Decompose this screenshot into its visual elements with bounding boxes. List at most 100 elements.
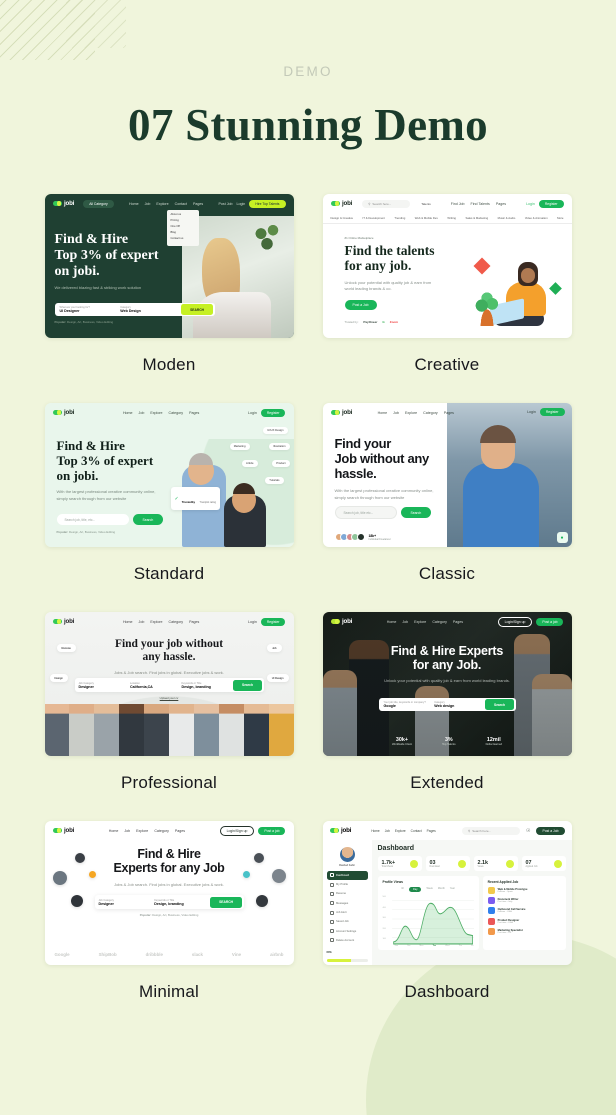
nav-item[interactable]: Category (169, 411, 184, 415)
nav-item[interactable]: Pages (444, 411, 454, 415)
nav-item[interactable]: Category (432, 620, 447, 624)
nav-item[interactable]: Find Talents (471, 202, 490, 206)
stat-card[interactable]: 07 Applied Job (521, 856, 566, 871)
demo-card-classic[interactable]: jobi Home Job Explore Category Pages Log… (322, 403, 572, 612)
nav-item[interactable]: Home (378, 411, 388, 415)
search-button[interactable]: Search (485, 699, 514, 710)
nav-item[interactable]: Home (371, 829, 380, 833)
chart-tab[interactable]: 1h (401, 887, 404, 892)
demo-card-dashboard[interactable]: jobi Home Job Explore Contact Pages ⚲ Se… (322, 821, 572, 1030)
stat-card[interactable]: 2.1k Views (473, 856, 518, 871)
skill-tag[interactable]: Tutorials (265, 477, 284, 484)
register-button[interactable]: Register (538, 199, 564, 208)
nav-item[interactable]: Explore (156, 202, 168, 206)
search-keyword-field[interactable]: Keywords or Title Design, branding (182, 682, 231, 689)
post-job-button[interactable]: Post a job (258, 826, 286, 835)
skill-tag[interactable]: Marketing (229, 443, 250, 450)
register-button[interactable]: Register (260, 617, 286, 626)
demo-thumbnail-creative[interactable]: jobi ⚲ Search here... Talents Find Job F… (322, 194, 572, 338)
demo-card-extended[interactable]: jobi Home Job Explore Category Pages Log… (322, 612, 572, 821)
nav-item[interactable]: Job (385, 829, 390, 833)
login-link[interactable]: Login (526, 202, 535, 206)
sidebar-item-my-profile[interactable]: My Profile (327, 880, 368, 889)
register-button[interactable]: Register (539, 408, 565, 416)
float-tag[interactable]: UI Design (266, 674, 289, 682)
search-category-field[interactable]: Job Category Designer (79, 682, 128, 689)
nav-item[interactable]: Contact (175, 202, 187, 206)
sidebar-item-resume[interactable]: Resume (327, 890, 368, 899)
nav-item[interactable]: Home (109, 829, 119, 833)
subnav-item[interactable]: IT & Development (363, 216, 385, 220)
dropdown-item[interactable]: About us (171, 213, 195, 216)
job-list-item[interactable]: Document Writer Part time - Italy (487, 897, 561, 905)
subnav-item[interactable]: Music & Audio (498, 216, 516, 220)
demo-thumbnail-standard[interactable]: jobi Home Job Explore Category Pages Log… (44, 403, 294, 547)
hero-search-bar[interactable]: Your job title, keywords or company? Goo… (378, 698, 516, 711)
subnav-item[interactable]: Design & Creative (331, 216, 354, 220)
stat-card[interactable]: 1.7k+ Total Views (377, 856, 422, 871)
nav-item[interactable]: Contact (411, 829, 422, 833)
demo-card-creative[interactable]: jobi ⚲ Search here... Talents Find Job F… (322, 194, 572, 403)
nav-item[interactable]: Pages (175, 829, 185, 833)
login-link[interactable]: Login (527, 410, 536, 414)
nav-item[interactable]: Explore (150, 411, 162, 415)
search-input[interactable]: Search job, title etc... (334, 506, 397, 519)
job-list-item[interactable]: Product Designer Part time - USA (487, 917, 561, 925)
nav-item[interactable]: Explore (136, 829, 148, 833)
nav-item[interactable]: Category (169, 620, 184, 624)
hero-search-bar[interactable]: Search job, title etc... Search (334, 506, 432, 519)
job-list-item[interactable]: Web & Mobile Prototype Fulltime - Spain (487, 887, 561, 894)
dropdown-item[interactable]: One Off (171, 225, 195, 228)
sidebar-item-dashboard[interactable]: Dashboard (326, 871, 368, 880)
float-tag[interactable]: Design (49, 674, 68, 682)
search-button[interactable]: Search (233, 679, 262, 691)
search-input[interactable]: ⚲ Search here... (362, 199, 411, 208)
talents-select[interactable]: Talents (421, 202, 431, 206)
subnav-item[interactable]: More (557, 216, 563, 220)
nav-item[interactable]: Pages (427, 829, 436, 833)
hero-search-bar[interactable]: Job Category Designer Keywords or Title … (94, 895, 244, 909)
search-input[interactable]: Search job, title, etc... (56, 514, 129, 525)
skill-tag[interactable]: UI/UX Design (263, 427, 288, 434)
nav-item[interactable]: Pages (453, 620, 463, 624)
hero-search-bar[interactable]: Search job, title, etc... Search (56, 514, 164, 525)
demo-thumbnail-dashboard[interactable]: jobi Home Job Explore Contact Pages ⚲ Se… (322, 821, 572, 965)
demo-card-professional[interactable]: jobi Home Job Explore Category Pages Log… (44, 612, 294, 821)
upload-cv-link[interactable]: Upload your cv (45, 696, 294, 700)
search-category-field[interactable]: Job Category Designer (99, 899, 152, 906)
chart-tab[interactable]: Week (426, 887, 432, 892)
nav-item[interactable]: Home (387, 620, 397, 624)
search-keyword-field[interactable]: Keywords or Title Design, branding (154, 899, 207, 906)
search-category-field[interactable]: Category Web Design (120, 306, 177, 313)
stat-card[interactable]: 03 Download (425, 856, 470, 871)
nav-item[interactable]: Home (123, 620, 133, 624)
float-tag[interactable]: Remote (56, 644, 76, 652)
demo-thumbnail-extended[interactable]: jobi Home Job Explore Category Pages Log… (322, 612, 572, 756)
post-job-button[interactable]: Post a Job (536, 826, 565, 835)
demo-thumbnail-classic[interactable]: jobi Home Job Explore Category Pages Log… (322, 403, 572, 547)
nav-item[interactable]: Explore (405, 411, 417, 415)
post-job-link[interactable]: Post Job (219, 202, 233, 206)
demo-thumbnail-professional[interactable]: jobi Home Job Explore Category Pages Log… (44, 612, 294, 756)
popular-items[interactable]: Design, Art, Business, Video Editing (69, 530, 115, 534)
sidebar-item-messages[interactable]: Messages (327, 899, 368, 908)
search-button[interactable]: Search (400, 507, 432, 518)
search-category-field[interactable]: Category Web design (434, 701, 481, 708)
post-job-button[interactable]: Post a Job (344, 299, 377, 310)
nav-item[interactable]: Category (154, 829, 169, 833)
nav-item[interactable]: Job (124, 829, 130, 833)
nav-item[interactable]: Category (423, 411, 438, 415)
nav-item[interactable]: Home (129, 202, 139, 206)
skill-tag[interactable]: Product (272, 460, 290, 467)
hero-search-bar[interactable]: Job Category Designer Location Californi… (74, 678, 264, 692)
popular-items[interactable]: Design, Art, Business, Video Editing (67, 320, 113, 324)
demo-card-minimal[interactable]: jobi Home Job Explore Category Pages Log… (44, 821, 294, 1030)
login-link[interactable]: Login (248, 411, 257, 415)
search-location-field[interactable]: Location California,CA (130, 682, 179, 689)
nav-item[interactable]: Explore (395, 829, 406, 833)
search-button[interactable]: Search (132, 514, 164, 525)
search-button[interactable]: SEARCH (181, 304, 214, 315)
nav-item[interactable]: Pages (193, 202, 203, 206)
hire-talents-button[interactable]: Hire Top Talents (249, 199, 286, 208)
nav-item[interactable]: Job (393, 411, 399, 415)
